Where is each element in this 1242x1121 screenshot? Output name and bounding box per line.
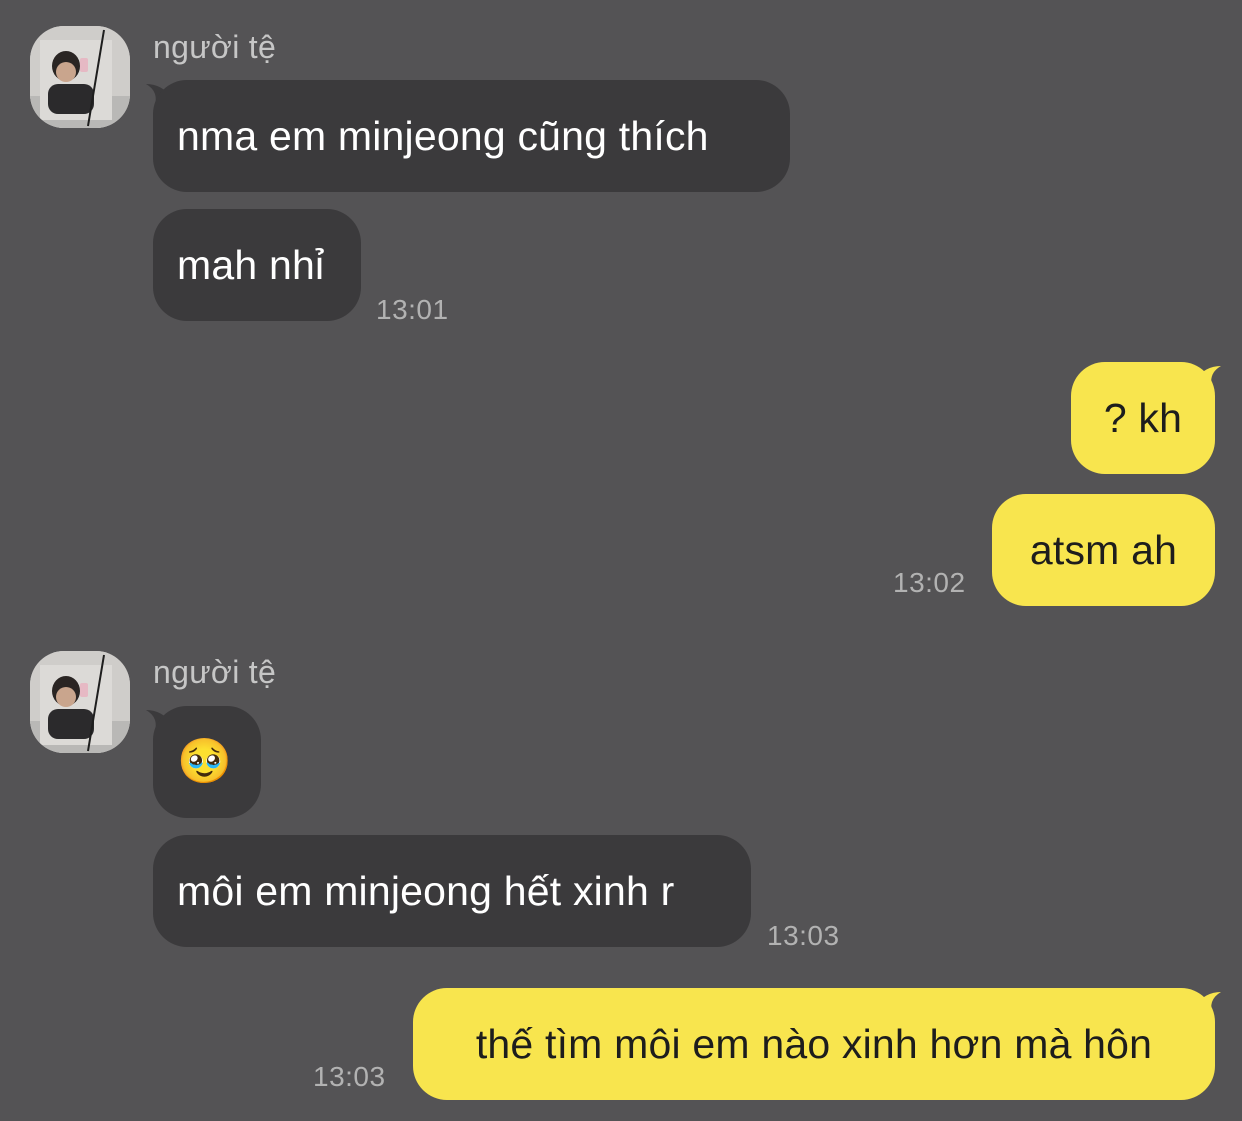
message-text: mah nhỉ: [177, 241, 325, 288]
incoming-message[interactable]: mah nhỉ: [153, 209, 361, 321]
outgoing-message[interactable]: thế tìm môi em nào xinh hơn mà hôn: [413, 988, 1215, 1100]
incoming-message[interactable]: nma em minjeong cũng thích: [153, 80, 790, 192]
sender-name: người tệ: [153, 654, 277, 690]
message-text: ? kh: [1103, 394, 1183, 441]
message-text: thế tìm môi em nào xinh hơn mà hôn: [475, 1020, 1153, 1067]
message-timestamp: 13:01: [376, 294, 449, 325]
incoming-message[interactable]: 🥹: [153, 706, 261, 818]
outgoing-message[interactable]: atsm ah: [992, 494, 1215, 606]
emoji-pleading-face: 🥹: [177, 736, 232, 787]
message-text: nma em minjeong cũng thích: [177, 112, 709, 159]
outgoing-message[interactable]: ? kh: [1071, 362, 1215, 474]
message-text: atsm ah: [1029, 526, 1178, 573]
message-timestamp: 13:02: [893, 567, 966, 598]
message-timestamp: 13:03: [313, 1061, 386, 1092]
message-timestamp: 13:03: [767, 920, 840, 951]
sender-name: người tệ: [153, 29, 277, 65]
message-text: môi em minjeong hết xinh r: [177, 867, 675, 914]
sender-avatar[interactable]: [30, 651, 130, 753]
incoming-message[interactable]: môi em minjeong hết xinh r: [153, 835, 751, 947]
sender-avatar[interactable]: [30, 26, 130, 128]
